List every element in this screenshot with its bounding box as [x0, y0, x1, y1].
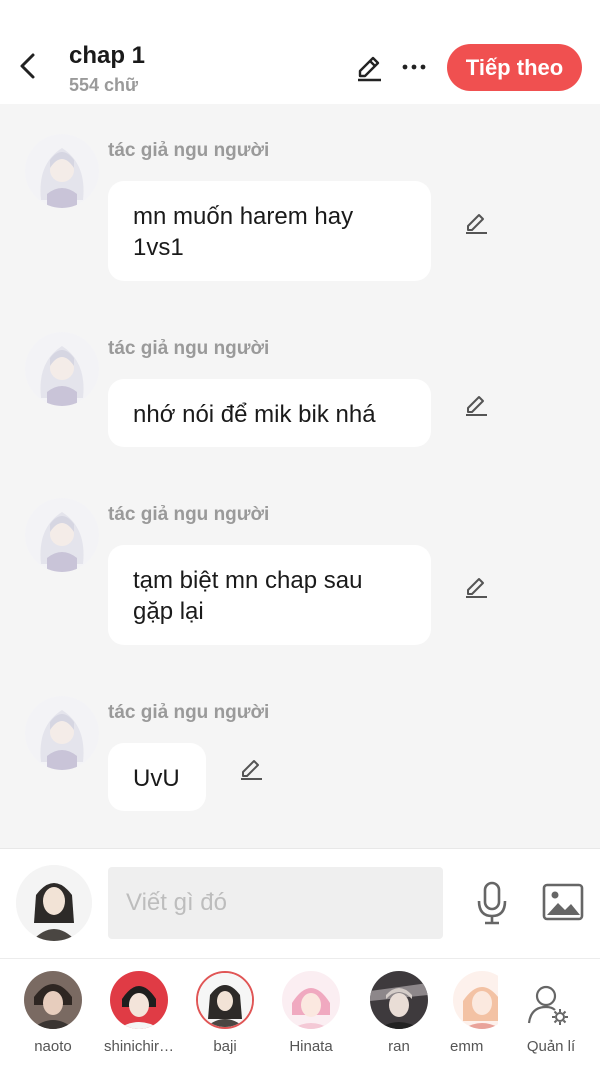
pencil-icon [466, 214, 487, 234]
message-author: tác giả ngu người [108, 338, 270, 359]
character-name: naoto [34, 1038, 72, 1055]
edit-message-button[interactable] [234, 751, 268, 785]
character-avatar [282, 971, 340, 1029]
message-author: tác giả ngu người [108, 504, 270, 525]
author-avatar [25, 332, 99, 406]
manage-label: Quản lí [526, 1038, 576, 1055]
character-name: baji [213, 1038, 237, 1055]
pencil-icon [466, 578, 487, 598]
character-avatar [24, 971, 82, 1029]
microphone-icon [477, 881, 507, 925]
avatar-image [25, 696, 99, 770]
avatar-image [25, 498, 99, 572]
pencil-icon [358, 56, 381, 82]
message-bubble[interactable]: tạm biệt mn chap sau gặp lại [108, 545, 431, 645]
character-bar: naoto shinichir… baji Hinata ran emm Quả… [0, 958, 600, 1067]
edit-message-button[interactable] [459, 205, 493, 239]
message-author: tác giả ngu người [108, 702, 270, 723]
edit-chapter-button[interactable] [352, 50, 386, 84]
message-input[interactable] [108, 867, 443, 939]
author-avatar [25, 498, 99, 572]
character-avatar [370, 971, 428, 1029]
back-button[interactable] [12, 48, 42, 84]
chevron-left-icon [20, 53, 35, 79]
user-settings-icon [527, 985, 568, 1025]
character-item-emm[interactable]: emm [434, 969, 498, 1059]
message-bubble[interactable]: nhớ nói để mik bik nhá [108, 379, 431, 447]
message-bubble[interactable]: mn muốn harem hay 1vs1 [108, 181, 431, 281]
character-avatar [453, 971, 498, 1029]
edit-message-button[interactable] [459, 387, 493, 421]
character-avatar [110, 971, 168, 1029]
current-character-avatar[interactable] [16, 865, 92, 941]
avatar-image [25, 332, 99, 406]
author-avatar [25, 134, 99, 208]
manage-characters-button[interactable]: Quản lí [512, 969, 590, 1059]
message-bubble[interactable]: UvU [108, 743, 206, 811]
character-name: emm [450, 1038, 484, 1055]
word-count: 554 chữ [69, 75, 139, 95]
character-name: shinichir… [103, 1038, 175, 1055]
message-author: tác giả ngu người [108, 140, 270, 161]
pencil-icon [241, 760, 262, 780]
edit-message-button[interactable] [459, 569, 493, 603]
character-item-ran[interactable]: ran [354, 969, 444, 1059]
character-item-baji[interactable]: baji [180, 969, 270, 1059]
message-composer [0, 848, 600, 958]
image-button[interactable] [540, 881, 586, 923]
character-name: ran [388, 1038, 410, 1055]
character-avatar [196, 971, 254, 1029]
avatar-image [16, 865, 92, 941]
character-item-hinata[interactable]: Hinata [266, 969, 356, 1059]
next-button[interactable]: Tiếp theo [447, 44, 582, 91]
chapter-title: chap 1 [69, 42, 146, 69]
character-item-shinichiro[interactable]: shinichir… [94, 969, 184, 1059]
author-avatar [25, 696, 99, 770]
top-bar: chap 1 554 chữ Tiếp theo [0, 0, 600, 104]
avatar-image [25, 134, 99, 208]
more-horizontal-icon [402, 64, 426, 70]
character-name: Hinata [289, 1038, 333, 1055]
pencil-icon [466, 396, 487, 416]
more-options-button[interactable] [397, 50, 431, 84]
image-icon [542, 883, 584, 921]
character-item-naoto[interactable]: naoto [8, 969, 98, 1059]
voice-button[interactable] [472, 879, 512, 927]
